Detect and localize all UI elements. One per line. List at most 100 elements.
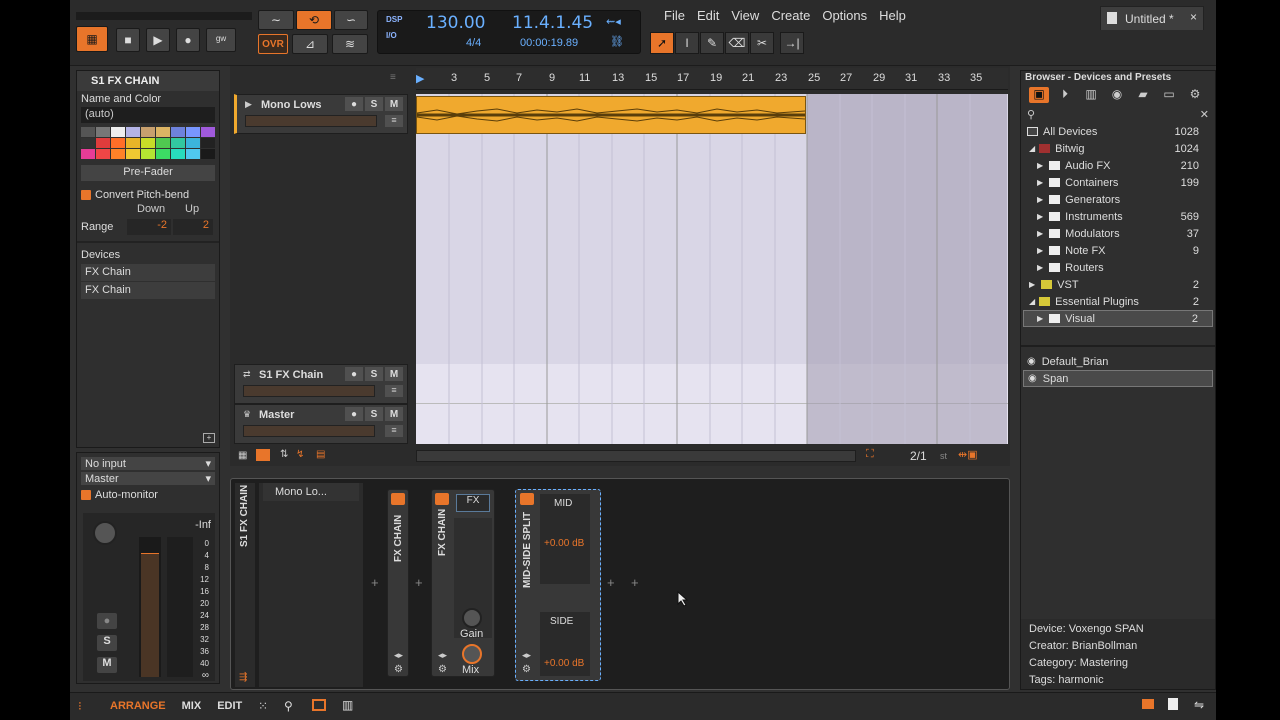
side-gain-value[interactable]: +0.00 dB [544,658,584,669]
close-icon[interactable]: × [1190,10,1197,24]
browser-item[interactable]: ▶ Containers 199 [1023,174,1213,191]
menu-icon[interactable]: ≡ [385,425,403,437]
preset-item-selected[interactable]: ◉ Span [1023,370,1213,387]
snap-icon[interactable]: →| [780,32,804,54]
settings-gear-icon[interactable]: ⚙ [438,664,447,675]
link-icon[interactable]: ⚲ [284,699,293,713]
wave-icon[interactable]: ∼ [258,10,294,30]
color-palette[interactable] [81,127,215,159]
track-name-field[interactable]: (auto) [81,107,215,123]
track-header-mono-lows[interactable]: ▶ Mono Lows ● S M ≡ [234,94,408,134]
menu-edit[interactable]: Edit [691,8,725,23]
checkbox-icon[interactable] [81,490,91,500]
device-view-icon[interactable] [312,699,326,711]
automation-icon[interactable]: ⁙ [258,699,268,713]
folder-tab-icon[interactable]: ▰ [1133,87,1153,103]
settings-gear-icon[interactable]: ⚙ [522,664,531,675]
tab-untitled[interactable]: Untitled * × [1100,6,1204,30]
menu-view[interactable]: View [725,8,765,23]
record-arm-button[interactable]: ● [345,407,363,421]
piano-tab-icon[interactable]: ▥ [1081,87,1101,103]
input-select[interactable]: No input ▾ [81,457,215,470]
menu-icon[interactable]: ≡ [385,115,403,127]
tab-mix[interactable]: MIX [182,700,202,712]
automonitor-row[interactable]: Auto-monitor [77,487,219,503]
expand-icon[interactable]: ◂▸ [394,650,403,661]
add-device-icon[interactable]: + [203,433,215,443]
grid-icon[interactable]: ▦ [76,26,108,52]
track-fader[interactable] [243,425,375,437]
browser-item[interactable]: ▶ Audio FX 210 [1023,157,1213,174]
pointer-tool-icon[interactable]: ➚ [650,32,674,54]
menu-icon[interactable]: ≡ [385,385,403,397]
audio-clip[interactable] [416,96,806,134]
browser-item[interactable]: ◢ Essential Plugins 2 [1023,293,1213,310]
pencil-tool-icon[interactable]: ✎ [700,32,724,54]
settings-gear-icon[interactable]: ⚙ [394,664,403,675]
settings-gear-icon[interactable]: ⚙ [1185,87,1205,103]
solo-button[interactable]: S [365,97,383,111]
expand-icon[interactable]: ◂▸ [522,650,531,661]
solo-button[interactable]: S [365,407,383,421]
mute-button[interactable]: M [385,97,403,111]
add-device-icon[interactable]: + [631,575,639,590]
device-item[interactable]: FX Chain [81,264,215,281]
mid-chain[interactable]: MID +0.00 dB [540,494,590,584]
position-value[interactable]: 11.4.1.45 [512,13,593,33]
solo-button[interactable]: S [365,367,383,381]
fx-chain-device-1[interactable]: FX CHAIN ◂▸ ⚙ [387,489,409,677]
browser-item[interactable]: ▶ Instruments 569 [1023,208,1213,225]
record-arm-button[interactable]: ● [97,613,117,629]
arrow-icon[interactable]: ↯ [296,449,304,460]
devices-tab-icon[interactable]: ▣ [1029,87,1049,103]
follow-icon[interactable]: ⇜◂ [606,15,621,28]
expand-icon[interactable]: ◂▸ [438,650,447,661]
browser-item[interactable]: ◢ Bitwig 1024 [1023,140,1213,157]
add-device-icon[interactable]: + [415,575,423,590]
power-icon[interactable] [520,493,534,505]
range-up-value[interactable]: 2 [173,219,213,235]
track-header-s1-fx-chain[interactable]: ⇄ S1 FX Chain ● S M ≡ [234,364,408,404]
tab-arrange[interactable]: ARRANGE [110,700,166,712]
folder-icon[interactable] [1142,699,1154,709]
zoom-value[interactable]: 2/1 [910,449,927,463]
browser-item[interactable]: ▶ VST 2 [1023,276,1213,293]
list-view-icon[interactable]: ▤ [316,449,325,460]
mix-knob[interactable] [462,644,482,664]
menu-create[interactable]: Create [765,8,816,23]
automation-write-icon[interactable]: ᵍʷ [206,28,236,52]
fx-slot-button[interactable]: FX [456,494,490,512]
volume-knob[interactable] [93,521,117,545]
track-fader[interactable] [245,115,377,127]
multisample-tab-icon[interactable]: ⏵ [1055,87,1075,103]
groove-icon[interactable]: ≋ [332,34,368,54]
signature-value[interactable]: 4/4 [466,37,481,49]
eraser-tool-icon[interactable]: ⌫ [725,32,749,54]
tempo-value[interactable]: 130.00 [426,13,485,33]
record-arm-button[interactable]: ● [345,97,363,111]
play-button[interactable]: ▶ [146,28,170,52]
gain-knob[interactable] [462,608,482,628]
fit-icon[interactable]: ⇹▣ [958,448,978,461]
record-button[interactable]: ● [176,28,200,52]
browser-item[interactable]: All Devices 1028 [1023,123,1213,140]
browser-item[interactable]: ▶ Note FX 9 [1023,242,1213,259]
time-select-tool-icon[interactable]: I [675,32,699,54]
checkbox-icon[interactable] [81,190,91,200]
search-row[interactable]: ⚲ ✕ [1021,107,1215,123]
inspector-toggle-icon[interactable]: ⁝ [78,699,82,713]
solo-button[interactable]: S [97,635,117,651]
track-fader[interactable] [243,385,375,397]
mid-side-split-device[interactable]: MID-SIDE SPLIT MID +0.00 dB SIDE +0.00 d… [515,489,601,681]
fader-level[interactable] [141,553,159,677]
loop-button[interactable]: ⟲ [296,10,332,30]
side-chain[interactable]: SIDE +0.00 dB [540,612,590,676]
browser-item[interactable]: ▶ Routers [1023,259,1213,276]
sync-icon[interactable]: ⛓ [610,35,624,48]
power-icon[interactable] [435,493,449,505]
convert-pitchbend-row[interactable]: Convert Pitch-bend [77,187,219,203]
add-device-icon[interactable]: + [607,575,615,590]
ovr-button[interactable]: OVR [258,34,288,54]
playhead-marker-icon[interactable]: ▶ [416,72,424,85]
mixer-view-icon[interactable]: ▥ [342,698,353,712]
